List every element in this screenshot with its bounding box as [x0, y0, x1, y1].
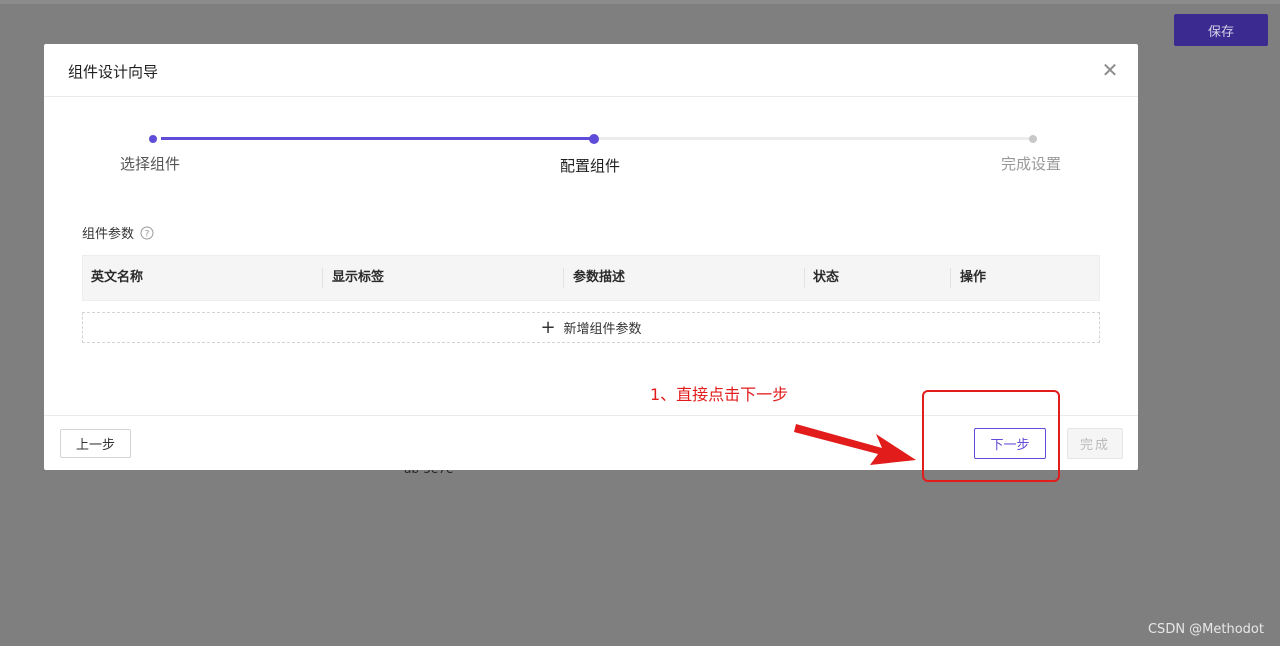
- prev-step-button[interactable]: 上一步: [60, 429, 131, 458]
- svg-text:?: ?: [145, 229, 150, 239]
- close-icon[interactable]: ✕: [1100, 60, 1120, 80]
- step-remaining-line: [597, 137, 1033, 140]
- step-label-configure: 配置组件: [560, 157, 621, 175]
- annotation-text: 1、直接点击下一步: [650, 385, 789, 404]
- column-divider: [322, 268, 323, 288]
- column-divider: [950, 268, 951, 288]
- table-header: 英文名称 显示标签 参数描述 状态 操作: [82, 255, 1100, 301]
- column-header-status: 状态: [813, 270, 840, 285]
- question-circle-icon[interactable]: ?: [140, 226, 154, 240]
- column-header-english-name: 英文名称: [91, 270, 144, 285]
- modal-header: 组件设计向导 ✕: [44, 44, 1138, 97]
- step-dot-1: [149, 135, 157, 143]
- section-label: 组件参数 ?: [82, 223, 154, 242]
- step-dot-2: [589, 134, 599, 144]
- add-param-button[interactable]: + 新增组件参数: [82, 312, 1100, 343]
- column-divider: [563, 268, 564, 288]
- add-param-label: 新增组件参数: [563, 322, 642, 337]
- top-border: [0, 0, 1280, 4]
- watermark: CSDN @Methodot: [1147, 622, 1264, 637]
- background-save-button[interactable]: 保存: [1174, 14, 1268, 46]
- column-divider: [804, 268, 805, 288]
- annotation-highlight-box: [922, 390, 1060, 482]
- step-dot-3: [1029, 135, 1037, 143]
- annotation-arrow-icon: [794, 424, 916, 465]
- step-label-select: 选择组件: [120, 155, 181, 173]
- column-header-description: 参数描述: [573, 270, 626, 285]
- section-label-text: 组件参数: [82, 227, 135, 242]
- plus-icon: +: [540, 316, 556, 338]
- column-header-display-label: 显示标签: [332, 270, 385, 285]
- step-progress-line: [161, 137, 593, 140]
- modal-title: 组件设计向导: [68, 63, 159, 81]
- step-label-finish: 完成设置: [1001, 155, 1062, 173]
- column-header-actions: 操作: [960, 270, 987, 285]
- finish-button[interactable]: 完成: [1067, 428, 1123, 459]
